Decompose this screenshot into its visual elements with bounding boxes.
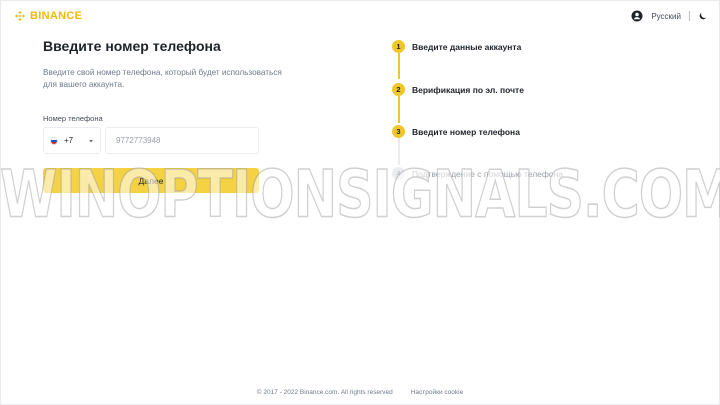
step-label: Введите номер телефона xyxy=(412,126,520,137)
step-connector xyxy=(397,138,400,165)
next-button[interactable]: Далее xyxy=(43,168,259,193)
step-number: 1 xyxy=(392,40,405,53)
cookie-settings-link[interactable]: Настройки cookie xyxy=(411,389,463,396)
step-number: 2 xyxy=(392,83,405,96)
step-2: 2 Верификация по эл. почте xyxy=(392,83,524,96)
binance-logo[interactable]: BINANCE xyxy=(14,10,82,22)
moon-icon[interactable] xyxy=(698,11,708,21)
step-label: Подтверждение с помощью телефона xyxy=(412,168,564,179)
brand-name: BINANCE xyxy=(30,10,83,22)
step-label: Введите данные аккаунта xyxy=(412,41,522,52)
page-title: Введите номер телефона xyxy=(43,38,221,54)
language-selector[interactable]: Русский xyxy=(651,12,681,21)
russia-flag-icon xyxy=(50,136,58,145)
phone-field-row: +7 xyxy=(43,127,259,154)
step-number: 4 xyxy=(392,167,405,180)
step-3: 3 Введите номер телефона xyxy=(392,125,520,138)
phone-number-input[interactable] xyxy=(105,127,259,154)
phone-label: Номер телефона xyxy=(43,114,103,123)
page-description: Введите свой номер телефона, который буд… xyxy=(43,68,282,89)
registration-steps: 1 Введите данные аккаунта 2 Верификация … xyxy=(392,40,692,190)
chevron-down-icon xyxy=(89,139,93,142)
country-code-select[interactable]: +7 xyxy=(43,127,101,154)
user-icon[interactable] xyxy=(631,10,643,22)
step-label: Верификация по эл. почте xyxy=(412,84,524,95)
step-1: 1 Введите данные аккаунта xyxy=(392,40,521,53)
copyright-text: © 2017 - 2022 Binance.com. All rights re… xyxy=(256,389,393,396)
country-code: +7 xyxy=(64,136,74,145)
binance-diamond-icon xyxy=(15,11,25,21)
header-divider xyxy=(689,11,690,21)
step-connector xyxy=(397,53,400,79)
step-4: 4 Подтверждение с помощью телефона xyxy=(392,167,563,180)
step-connector xyxy=(397,96,400,123)
header-actions: Русский xyxy=(631,10,708,22)
footer: © 2017 - 2022 Binance.com. All rights re… xyxy=(0,389,720,396)
step-number: 3 xyxy=(392,125,405,138)
